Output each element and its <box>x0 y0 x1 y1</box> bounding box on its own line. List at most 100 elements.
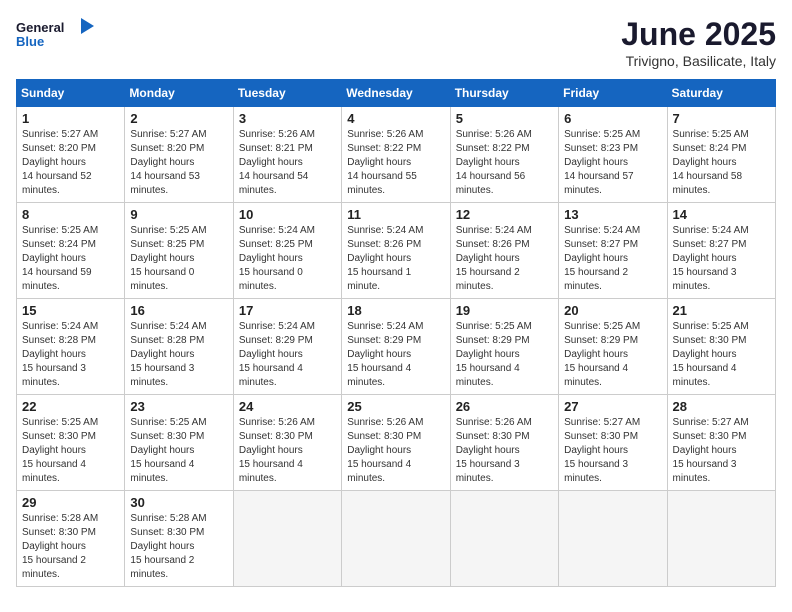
calendar-cell: 23 Sunrise: 5:25 AM Sunset: 8:30 PM Dayl… <box>125 395 233 491</box>
calendar-cell: 15 Sunrise: 5:24 AM Sunset: 8:28 PM Dayl… <box>17 299 125 395</box>
day-number: 6 <box>564 111 661 126</box>
calendar-cell: 25 Sunrise: 5:26 AM Sunset: 8:30 PM Dayl… <box>342 395 450 491</box>
col-monday: Monday <box>125 80 233 107</box>
calendar-cell: 27 Sunrise: 5:27 AM Sunset: 8:30 PM Dayl… <box>559 395 667 491</box>
calendar-cell: 7 Sunrise: 5:25 AM Sunset: 8:24 PM Dayli… <box>667 107 775 203</box>
calendar-cell: 2 Sunrise: 5:27 AM Sunset: 8:20 PM Dayli… <box>125 107 233 203</box>
day-number: 10 <box>239 207 336 222</box>
day-info: Sunrise: 5:25 AM Sunset: 8:29 PM Dayligh… <box>456 320 553 390</box>
day-number: 24 <box>239 399 336 414</box>
calendar-cell: 11 Sunrise: 5:24 AM Sunset: 8:26 PM Dayl… <box>342 203 450 299</box>
svg-text:General: General <box>16 20 64 35</box>
calendar-cell: 5 Sunrise: 5:26 AM Sunset: 8:22 PM Dayli… <box>450 107 558 203</box>
day-number: 14 <box>673 207 770 222</box>
day-info: Sunrise: 5:25 AM Sunset: 8:23 PM Dayligh… <box>564 128 661 198</box>
calendar-cell: 12 Sunrise: 5:24 AM Sunset: 8:26 PM Dayl… <box>450 203 558 299</box>
day-number: 17 <box>239 303 336 318</box>
calendar-cell <box>342 491 450 587</box>
day-number: 11 <box>347 207 444 222</box>
col-thursday: Thursday <box>450 80 558 107</box>
calendar-cell: 24 Sunrise: 5:26 AM Sunset: 8:30 PM Dayl… <box>233 395 341 491</box>
day-info: Sunrise: 5:26 AM Sunset: 8:21 PM Dayligh… <box>239 128 336 198</box>
calendar-cell <box>233 491 341 587</box>
day-number: 20 <box>564 303 661 318</box>
logo: General Blue <box>16 16 96 56</box>
calendar-cell: 29 Sunrise: 5:28 AM Sunset: 8:30 PM Dayl… <box>17 491 125 587</box>
calendar-cell: 10 Sunrise: 5:24 AM Sunset: 8:25 PM Dayl… <box>233 203 341 299</box>
day-info: Sunrise: 5:25 AM Sunset: 8:24 PM Dayligh… <box>22 224 119 294</box>
day-info: Sunrise: 5:27 AM Sunset: 8:20 PM Dayligh… <box>130 128 227 198</box>
day-info: Sunrise: 5:28 AM Sunset: 8:30 PM Dayligh… <box>130 512 227 582</box>
day-info: Sunrise: 5:24 AM Sunset: 8:28 PM Dayligh… <box>22 320 119 390</box>
day-number: 25 <box>347 399 444 414</box>
day-number: 30 <box>130 495 227 510</box>
col-sunday: Sunday <box>17 80 125 107</box>
day-number: 15 <box>22 303 119 318</box>
day-info: Sunrise: 5:27 AM Sunset: 8:30 PM Dayligh… <box>564 416 661 486</box>
day-info: Sunrise: 5:25 AM Sunset: 8:25 PM Dayligh… <box>130 224 227 294</box>
day-info: Sunrise: 5:26 AM Sunset: 8:30 PM Dayligh… <box>456 416 553 486</box>
col-friday: Friday <box>559 80 667 107</box>
day-number: 16 <box>130 303 227 318</box>
header-row: Sunday Monday Tuesday Wednesday Thursday… <box>17 80 776 107</box>
day-number: 23 <box>130 399 227 414</box>
day-number: 27 <box>564 399 661 414</box>
day-info: Sunrise: 5:25 AM Sunset: 8:29 PM Dayligh… <box>564 320 661 390</box>
calendar-cell: 8 Sunrise: 5:25 AM Sunset: 8:24 PM Dayli… <box>17 203 125 299</box>
day-info: Sunrise: 5:26 AM Sunset: 8:22 PM Dayligh… <box>456 128 553 198</box>
day-number: 19 <box>456 303 553 318</box>
calendar-week-2: 8 Sunrise: 5:25 AM Sunset: 8:24 PM Dayli… <box>17 203 776 299</box>
calendar-cell: 21 Sunrise: 5:25 AM Sunset: 8:30 PM Dayl… <box>667 299 775 395</box>
calendar-cell: 17 Sunrise: 5:24 AM Sunset: 8:29 PM Dayl… <box>233 299 341 395</box>
calendar-cell: 30 Sunrise: 5:28 AM Sunset: 8:30 PM Dayl… <box>125 491 233 587</box>
day-number: 8 <box>22 207 119 222</box>
day-number: 3 <box>239 111 336 126</box>
svg-text:Blue: Blue <box>16 34 44 49</box>
day-info: Sunrise: 5:25 AM Sunset: 8:30 PM Dayligh… <box>673 320 770 390</box>
day-number: 2 <box>130 111 227 126</box>
logo-svg: General Blue <box>16 16 96 56</box>
location-title: Trivigno, Basilicate, Italy <box>621 53 776 69</box>
calendar-cell <box>559 491 667 587</box>
day-number: 7 <box>673 111 770 126</box>
col-saturday: Saturday <box>667 80 775 107</box>
day-number: 9 <box>130 207 227 222</box>
calendar-week-1: 1 Sunrise: 5:27 AM Sunset: 8:20 PM Dayli… <box>17 107 776 203</box>
calendar-cell <box>450 491 558 587</box>
day-info: Sunrise: 5:26 AM Sunset: 8:30 PM Dayligh… <box>347 416 444 486</box>
day-info: Sunrise: 5:28 AM Sunset: 8:30 PM Dayligh… <box>22 512 119 582</box>
day-number: 1 <box>22 111 119 126</box>
calendar-cell: 16 Sunrise: 5:24 AM Sunset: 8:28 PM Dayl… <box>125 299 233 395</box>
day-info: Sunrise: 5:26 AM Sunset: 8:22 PM Dayligh… <box>347 128 444 198</box>
calendar-cell: 9 Sunrise: 5:25 AM Sunset: 8:25 PM Dayli… <box>125 203 233 299</box>
day-info: Sunrise: 5:27 AM Sunset: 8:30 PM Dayligh… <box>673 416 770 486</box>
day-info: Sunrise: 5:25 AM Sunset: 8:24 PM Dayligh… <box>673 128 770 198</box>
calendar-cell: 4 Sunrise: 5:26 AM Sunset: 8:22 PM Dayli… <box>342 107 450 203</box>
day-number: 22 <box>22 399 119 414</box>
calendar-cell: 19 Sunrise: 5:25 AM Sunset: 8:29 PM Dayl… <box>450 299 558 395</box>
day-info: Sunrise: 5:27 AM Sunset: 8:20 PM Dayligh… <box>22 128 119 198</box>
calendar-week-5: 29 Sunrise: 5:28 AM Sunset: 8:30 PM Dayl… <box>17 491 776 587</box>
day-info: Sunrise: 5:24 AM Sunset: 8:27 PM Dayligh… <box>564 224 661 294</box>
day-number: 21 <box>673 303 770 318</box>
day-info: Sunrise: 5:24 AM Sunset: 8:29 PM Dayligh… <box>347 320 444 390</box>
day-info: Sunrise: 5:24 AM Sunset: 8:26 PM Dayligh… <box>456 224 553 294</box>
day-info: Sunrise: 5:24 AM Sunset: 8:25 PM Dayligh… <box>239 224 336 294</box>
day-number: 12 <box>456 207 553 222</box>
calendar-cell <box>667 491 775 587</box>
day-info: Sunrise: 5:24 AM Sunset: 8:28 PM Dayligh… <box>130 320 227 390</box>
calendar-week-3: 15 Sunrise: 5:24 AM Sunset: 8:28 PM Dayl… <box>17 299 776 395</box>
calendar-cell: 6 Sunrise: 5:25 AM Sunset: 8:23 PM Dayli… <box>559 107 667 203</box>
day-info: Sunrise: 5:24 AM Sunset: 8:29 PM Dayligh… <box>239 320 336 390</box>
calendar-cell: 26 Sunrise: 5:26 AM Sunset: 8:30 PM Dayl… <box>450 395 558 491</box>
calendar-week-4: 22 Sunrise: 5:25 AM Sunset: 8:30 PM Dayl… <box>17 395 776 491</box>
title-area: June 2025 Trivigno, Basilicate, Italy <box>621 16 776 69</box>
calendar-cell: 13 Sunrise: 5:24 AM Sunset: 8:27 PM Dayl… <box>559 203 667 299</box>
calendar-cell: 20 Sunrise: 5:25 AM Sunset: 8:29 PM Dayl… <box>559 299 667 395</box>
day-number: 13 <box>564 207 661 222</box>
day-info: Sunrise: 5:24 AM Sunset: 8:26 PM Dayligh… <box>347 224 444 294</box>
col-wednesday: Wednesday <box>342 80 450 107</box>
calendar: Sunday Monday Tuesday Wednesday Thursday… <box>16 79 776 587</box>
day-number: 5 <box>456 111 553 126</box>
header: General Blue June 2025 Trivigno, Basilic… <box>16 16 776 69</box>
